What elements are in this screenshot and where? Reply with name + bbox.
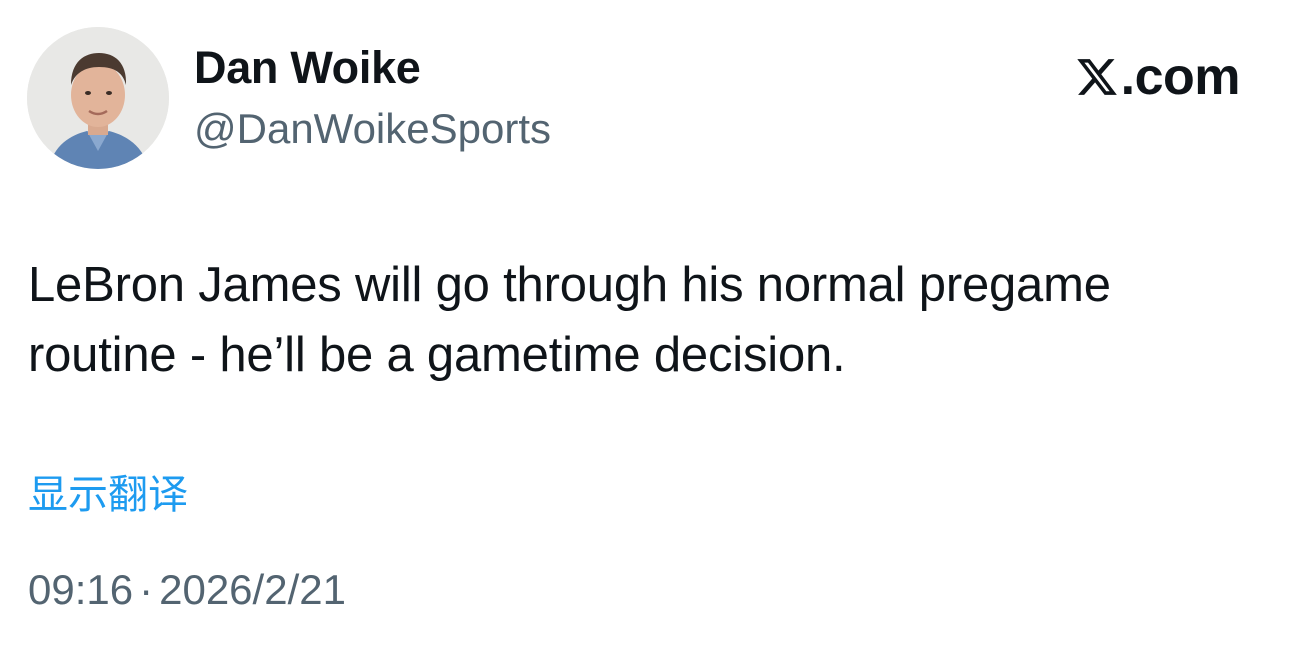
brand-domain-suffix: .com: [1120, 48, 1241, 106]
author-handle[interactable]: @DanWoikeSports: [194, 105, 551, 153]
brand-logo: .com: [1075, 48, 1241, 106]
meta-separator: ·: [139, 566, 154, 613]
tweet-timestamp[interactable]: 09:16 · 2026/2/21: [28, 565, 346, 615]
avatar-photo: [27, 27, 169, 169]
author-display-name[interactable]: Dan Woike: [194, 42, 421, 94]
show-translation-link[interactable]: 显示翻译: [28, 470, 188, 520]
tweet-text: LeBron James will go through his normal …: [28, 258, 1111, 382]
tweet-time: 09:16: [28, 566, 134, 613]
x-logo-icon: [1076, 59, 1117, 95]
avatar[interactable]: [27, 27, 169, 169]
tweet-date: 2026/2/21: [159, 566, 346, 613]
